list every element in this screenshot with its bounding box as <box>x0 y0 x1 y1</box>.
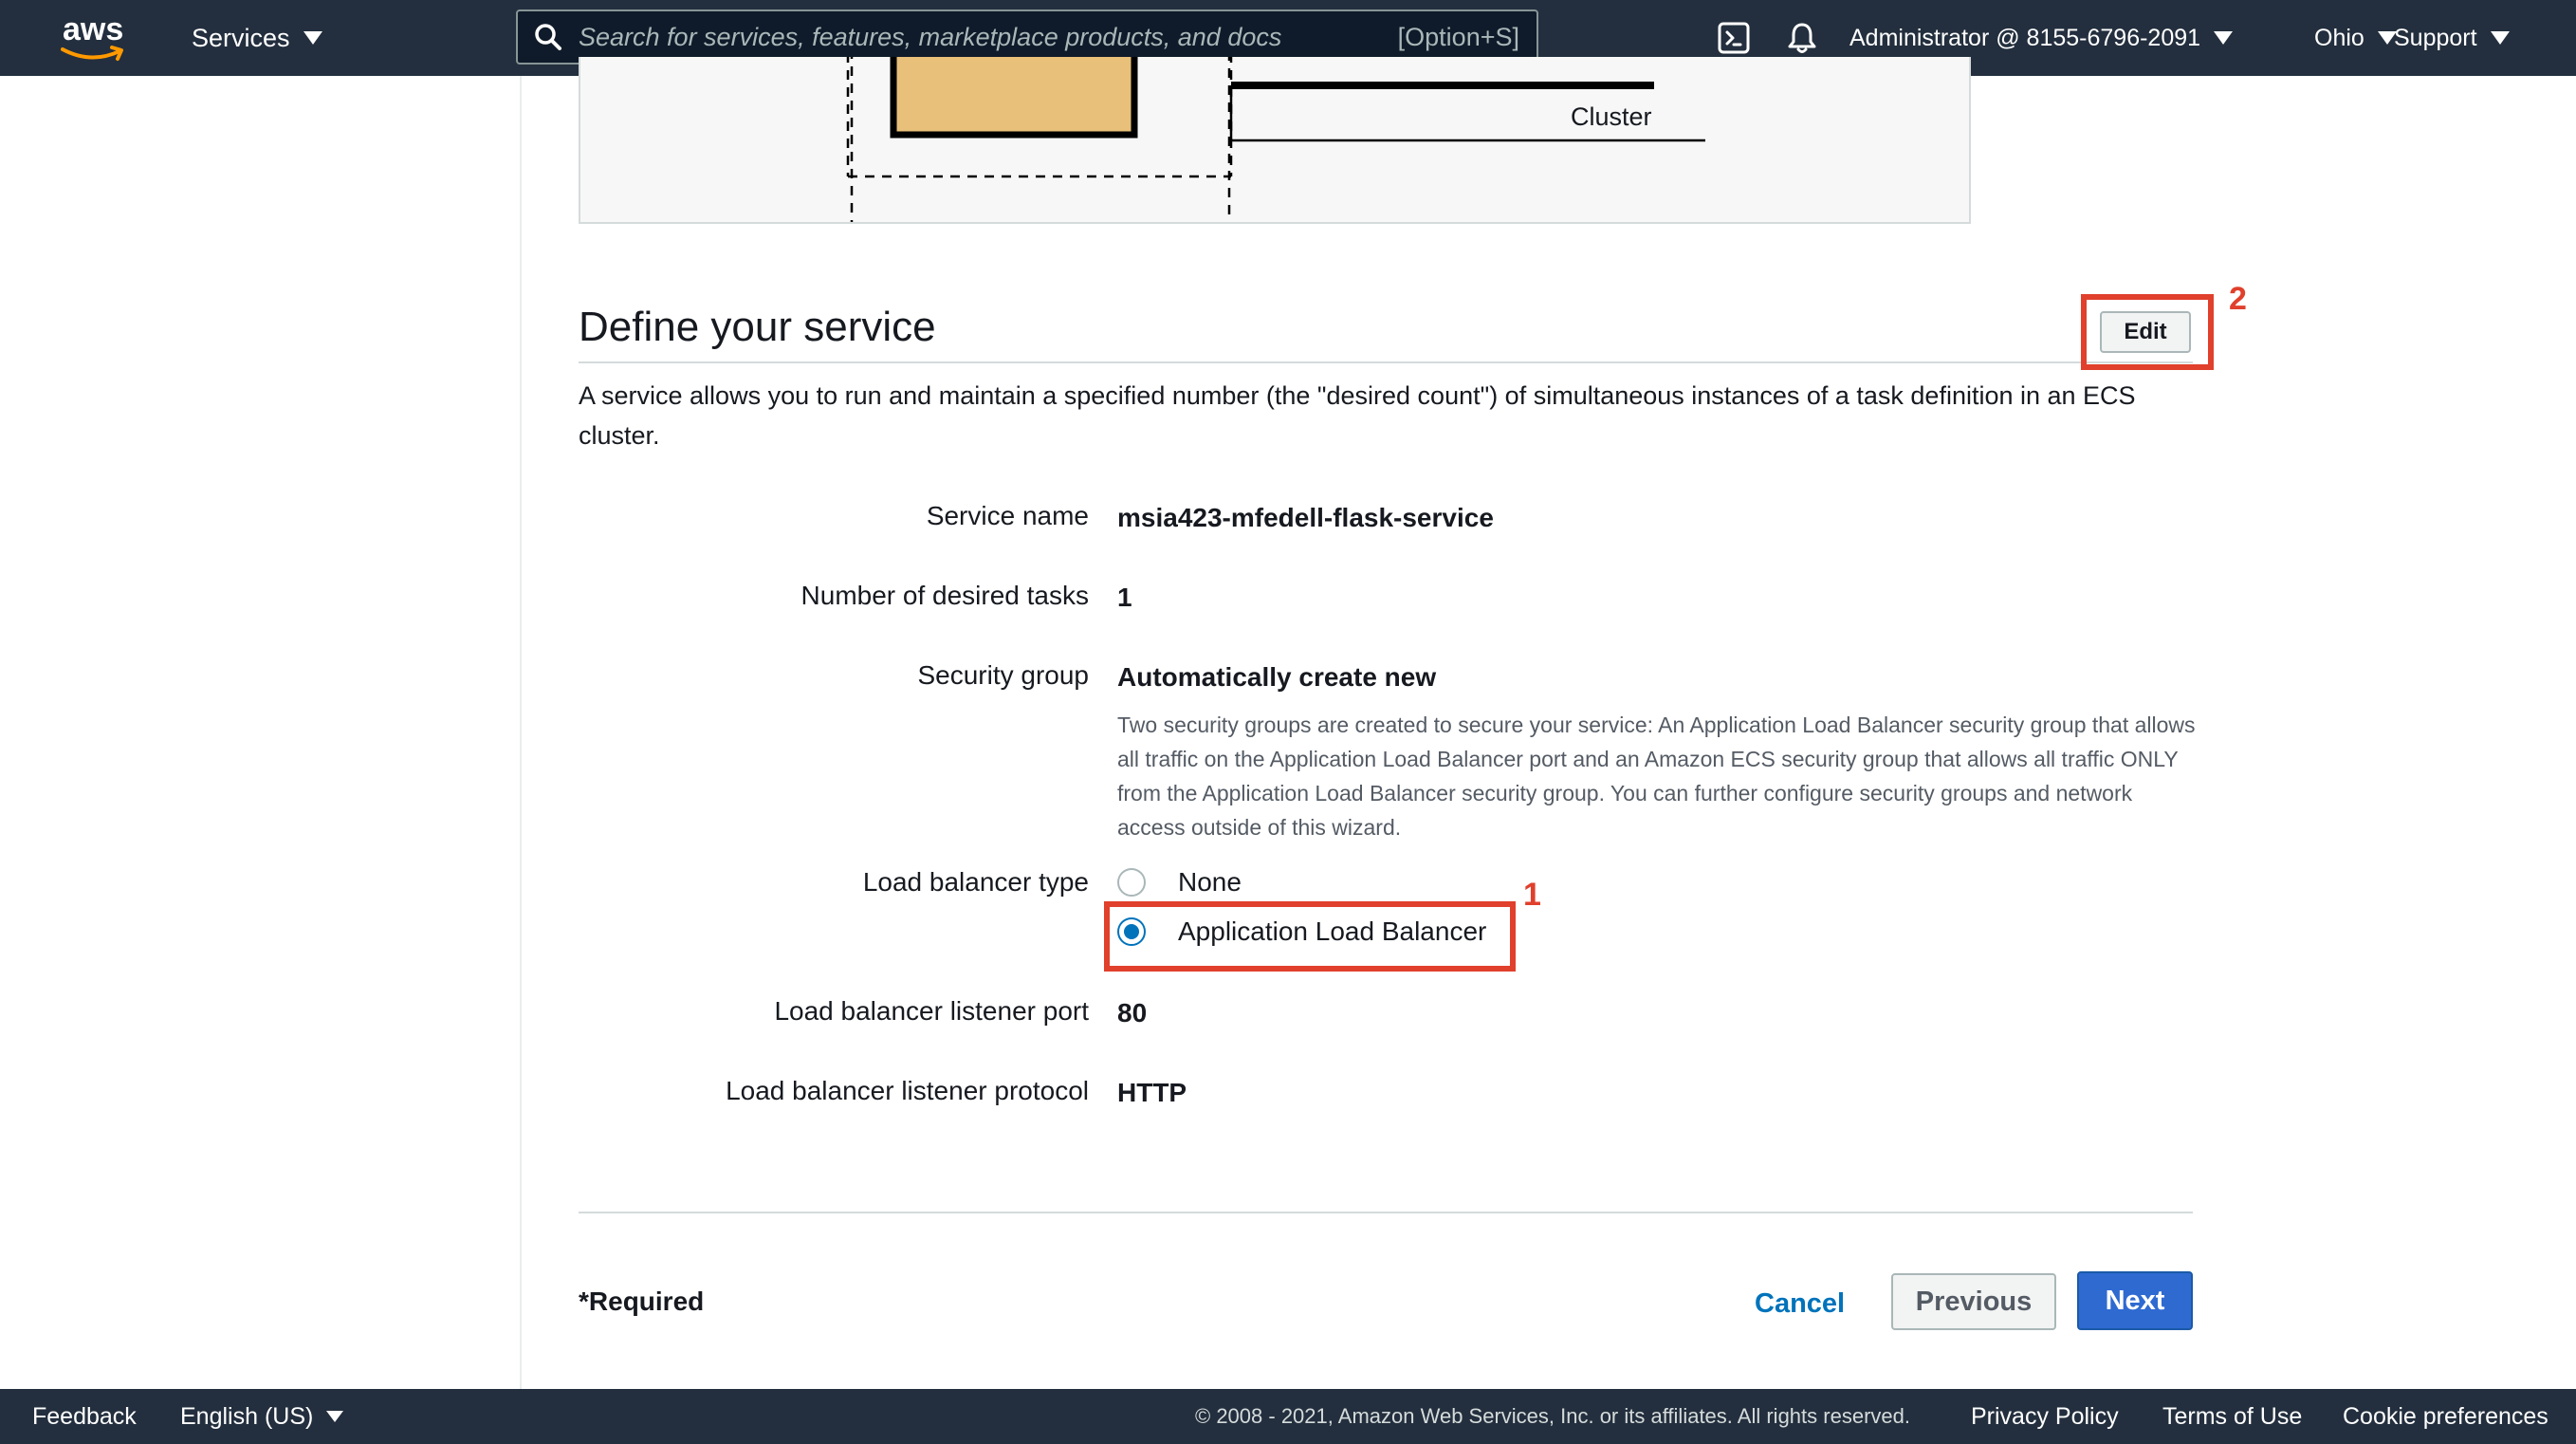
privacy-policy-link[interactable]: Privacy Policy <box>1971 1389 2119 1444</box>
caret-down-icon <box>2214 31 2234 45</box>
aws-logo[interactable]: aws <box>59 11 135 61</box>
feedback-link[interactable]: Feedback <box>32 1389 137 1444</box>
diagram-cluster-label: Cluster <box>1571 102 1652 131</box>
listener-protocol-label: Load balancer listener protocol <box>726 1076 1089 1105</box>
desired-tasks-value: 1 <box>1117 583 1132 612</box>
annotation-number-1: 1 <box>1523 877 1541 913</box>
support-menu[interactable]: Support <box>2394 0 2510 76</box>
region-menu-label: Ohio <box>2314 24 2364 51</box>
caret-down-icon <box>303 31 322 45</box>
actions-divider <box>579 1212 2193 1213</box>
language-selector[interactable]: English (US) <box>180 1389 344 1444</box>
page-title: Define your service <box>579 304 936 350</box>
account-menu-label: Administrator @ 8155-6796-2091 <box>1849 24 2201 51</box>
security-group-label: Security group <box>917 660 1089 690</box>
lb-option-none-label: None <box>1178 867 1242 897</box>
listener-port-value: 80 <box>1117 998 1148 1027</box>
aws-logo-text: aws <box>63 11 124 47</box>
language-label: English (US) <box>180 1402 314 1430</box>
cookie-preferences-link[interactable]: Cookie preferences <box>2343 1389 2548 1444</box>
service-name-label: Service name <box>926 501 1089 530</box>
previous-button[interactable]: Previous <box>1891 1273 2056 1330</box>
bell-icon[interactable] <box>1783 19 1821 57</box>
search-input[interactable] <box>579 22 1398 52</box>
section-description: A service allows you to run and maintain… <box>579 381 2136 450</box>
section-divider <box>579 361 2193 363</box>
desired-tasks-label: Number of desired tasks <box>800 581 1089 610</box>
cluster-diagram-graphic <box>846 57 1705 222</box>
radio-icon[interactable] <box>1117 868 1146 897</box>
footer-bar: Feedback English (US) © 2008 - 2021, Ama… <box>0 1389 2576 1444</box>
region-menu[interactable]: Ohio <box>2314 0 2397 76</box>
search-icon <box>518 23 579 51</box>
terms-of-use-link[interactable]: Terms of Use <box>2162 1389 2302 1444</box>
required-note: *Required <box>579 1287 705 1316</box>
annotation-box-edit <box>2081 294 2214 370</box>
support-menu-label: Support <box>2394 24 2477 51</box>
workflow-diagram: Cluster <box>579 57 1971 224</box>
service-name-value: msia423-mfedell-flask-service <box>1117 503 1494 532</box>
annotation-box-alb <box>1104 901 1516 972</box>
cloudshell-icon[interactable] <box>1715 19 1753 57</box>
listener-port-label: Load balancer listener port <box>774 996 1089 1026</box>
caret-down-icon <box>2490 31 2510 45</box>
sidebar-divider <box>520 76 522 1389</box>
annotation-number-2: 2 <box>2229 281 2247 317</box>
lb-type-label: Load balancer type <box>862 867 1089 897</box>
services-menu[interactable]: Services <box>192 0 322 76</box>
lb-option-none[interactable]: None <box>1117 867 1242 898</box>
search-shortcut-hint: [Option+S] <box>1397 22 1519 51</box>
listener-protocol-value: HTTP <box>1117 1078 1187 1107</box>
services-menu-label: Services <box>192 23 290 52</box>
security-group-note: Two security groups are created to secur… <box>1117 713 2196 840</box>
next-button[interactable]: Next <box>2077 1271 2193 1330</box>
caret-down-icon <box>326 1411 344 1422</box>
aws-smile-icon <box>61 46 123 61</box>
cancel-link[interactable]: Cancel <box>1755 1288 1845 1320</box>
security-group-value: Automatically create new <box>1117 662 1437 692</box>
copyright-text: © 2008 - 2021, Amazon Web Services, Inc.… <box>1195 1404 1910 1428</box>
